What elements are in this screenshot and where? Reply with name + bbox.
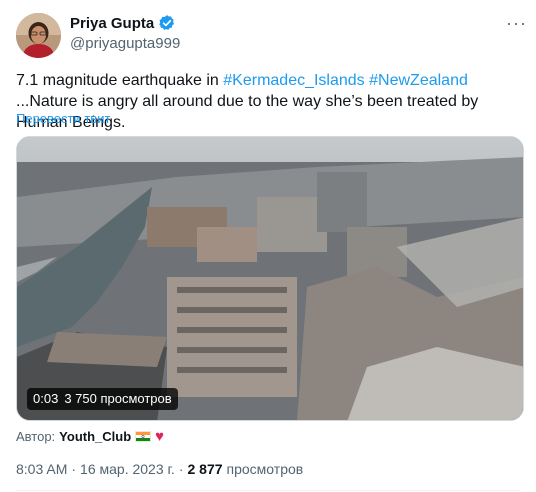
hashtag-link[interactable]: #NewZealand	[369, 72, 468, 89]
attribution-user-link[interactable]: Youth_Club	[59, 429, 131, 444]
more-options-icon[interactable]: ···	[506, 14, 527, 32]
video-views: 3 750 просмотров	[64, 391, 172, 406]
video-player[interactable]: 0:03 3 750 просмотров	[16, 136, 524, 421]
tweet-meta: 8:03 AM · 16 мар. 2023 г. · 2 877 просмо…	[16, 461, 303, 477]
video-thumbnail	[17, 137, 523, 420]
meta-separator: ·	[178, 461, 184, 477]
tweet-time[interactable]: 8:03 AM	[16, 461, 67, 477]
divider	[16, 490, 520, 491]
tweet-views-label: просмотров	[226, 461, 304, 477]
video-attribution: Автор: Youth_Club ♥	[16, 429, 164, 444]
heart-icon: ♥	[155, 428, 165, 445]
verified-badge-icon	[159, 15, 175, 30]
user-name-row[interactable]: Priya Gupta	[70, 14, 176, 32]
avatar[interactable]	[16, 13, 61, 58]
user-handle[interactable]: @priyagupta999	[70, 35, 180, 52]
hashtag-link[interactable]: #Kermadec_Islands	[223, 72, 364, 89]
tweet-date[interactable]: 16 мар. 2023 г.	[80, 461, 175, 477]
video-duration: 0:03	[33, 391, 59, 406]
translate-link[interactable]: Перевести твит	[16, 111, 110, 126]
tweet-text-start: 7.1 magnitude earthquake in	[16, 72, 224, 89]
india-flag-icon	[135, 431, 152, 442]
tweet-card[interactable]: Priya Gupta @priyagupta999 ··· 7.1 magni…	[0, 0, 536, 492]
meta-separator: ·	[71, 461, 77, 477]
display-name[interactable]: Priya Gupta	[70, 15, 154, 32]
tweet-views-count: 2 877	[187, 461, 223, 477]
attribution-prefix: Автор:	[16, 429, 56, 444]
video-info-badge: 0:03 3 750 просмотров	[27, 388, 178, 410]
